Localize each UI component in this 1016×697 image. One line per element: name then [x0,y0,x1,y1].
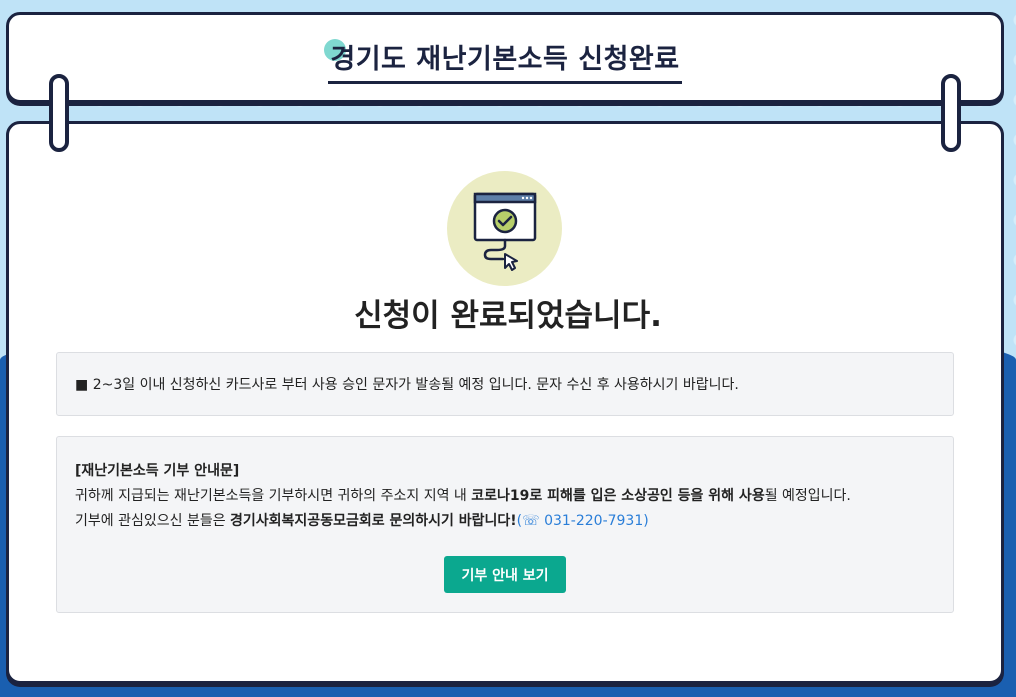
donation-line-1-a: 귀하께 지급되는 재난기본소득을 기부하시면 귀하의 주소지 지역 내 [75,488,472,504]
title-card: 경기도 재난기본소득 신청완료 [6,12,1004,103]
page-title: 경기도 재난기본소득 신청완료 [330,44,680,75]
donation-line-1-bold: 코로나19로 피해를 입은 소상공인 등을 위해 사용 [471,488,765,504]
donation-line-1-b: 될 예정입니다. [764,488,851,504]
notice-text: 2~3일 이내 신청하신 카드사로 부터 사용 승인 문자가 발송될 예정 입니… [92,377,739,393]
binder-ring-right [941,74,961,152]
notice-bullet: ■ [75,377,89,393]
donation-phone: (☏ 031-220-7931) [516,513,649,529]
binder-ring-left [49,74,69,152]
donation-guide-button[interactable]: 기부 안내 보기 [444,556,566,593]
sms-notice-box: ■ 2~3일 이내 신청하신 카드사로 부터 사용 승인 문자가 발송될 예정 … [56,352,954,416]
donation-line-2-bold: 경기사회복지공동모금회로 문의하시기 바랍니다! [230,513,517,529]
donation-line-2-a: 기부에 관심있으신 분들은 [75,513,231,529]
donation-title: [재난기본소득 기부 안내문] [75,463,240,479]
title-wrap: 경기도 재난기본소득 신청완료 [9,37,1001,84]
completion-heading: 신청이 완료되었습니다. [354,298,662,334]
completion-icon-circle [447,171,562,286]
page-title-underline: 경기도 재난기본소득 신청완료 [324,37,682,84]
donation-line-2: 기부에 관심있으신 분들은 경기사회복지공동모금회로 문의하시기 바랍니다!(☏… [75,509,935,534]
browser-check-cursor-icon [473,192,537,271]
donation-line-1: 귀하께 지급되는 재난기본소득을 기부하시면 귀하의 주소지 지역 내 코로나1… [75,484,935,509]
